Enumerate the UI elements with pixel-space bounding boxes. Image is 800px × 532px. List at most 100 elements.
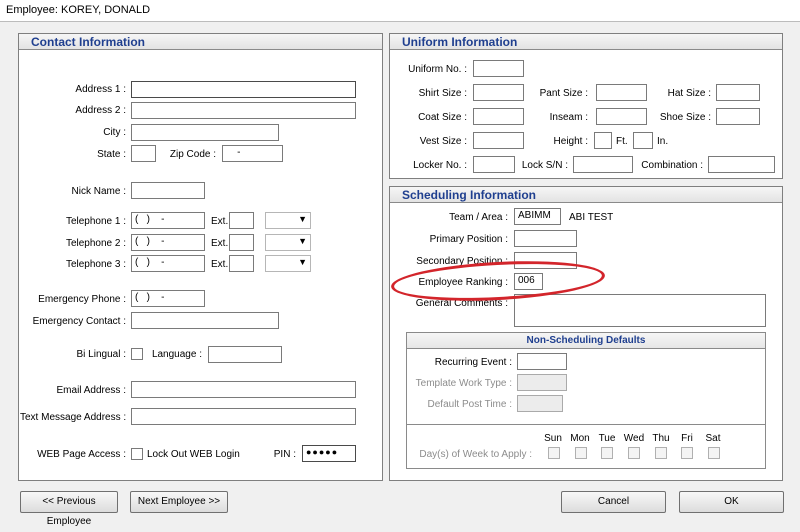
inseam-label: Inseam : [549,112,588,123]
lock-sn-label: Lock S/N : [521,160,568,171]
address1-label: Address 1 : [75,84,126,95]
day-checkbox-wed[interactable] [628,447,640,459]
day-checkbox-fri[interactable] [681,447,693,459]
address2-input[interactable] [131,102,356,119]
tel3-type-select[interactable]: ▼ [265,255,311,272]
nonscheduling-divider [407,424,765,425]
emergency-phone-input[interactable]: ( ) - [131,290,205,307]
vest-size-input[interactable] [473,132,524,149]
shoe-size-label: Shoe Size : [659,112,711,123]
ok-button[interactable]: OK [679,491,784,513]
day-checkbox-tue[interactable] [601,447,613,459]
day-checkbox-sun[interactable] [548,447,560,459]
pant-size-label: Pant Size : [539,88,588,99]
day-label-fri: Fri [681,433,693,444]
email-input[interactable] [131,381,356,398]
bilingual-label: Bi Lingual : [76,349,126,360]
day-checkbox-mon[interactable] [575,447,587,459]
cancel-button[interactable]: Cancel [561,491,666,513]
previous-employee-button[interactable]: << Previous Employee [20,491,118,527]
team-area-input[interactable]: ABIMM [514,208,561,225]
secondary-position-label: Secondary Position : [416,256,508,267]
day-label-tue: Tue [598,433,616,444]
locker-no-input[interactable] [473,156,515,173]
height-ft-input[interactable] [594,132,612,149]
tel2-label: Telephone 2 : [65,238,126,249]
tel2-ext-input[interactable] [229,234,254,251]
email-label: Email Address : [56,385,126,396]
chevron-down-icon: ▼ [298,257,307,267]
zip-label: Zip Code : [169,149,216,160]
language-label: Language : [151,349,202,360]
chevron-down-icon: ▼ [298,214,307,224]
text-message-input[interactable] [131,408,356,425]
uniform-no-input[interactable] [473,60,524,77]
height-in-input[interactable] [633,132,653,149]
pant-size-input[interactable] [596,84,647,101]
tel3-input[interactable]: ( ) - [131,255,205,272]
emergency-contact-input[interactable] [131,312,279,329]
tel2-ext-label: Ext. [211,238,229,249]
state-input[interactable] [131,145,156,162]
hat-size-label: Hat Size : [667,88,711,99]
primary-position-input[interactable] [514,230,577,247]
combination-input[interactable] [708,156,775,173]
shirt-size-input[interactable] [473,84,524,101]
tel1-ext-input[interactable] [229,212,254,229]
tel1-input[interactable]: ( ) - [131,212,205,229]
tel1-label: Telephone 1 : [65,216,126,227]
lock-sn-input[interactable] [573,156,633,173]
employee-ranking-input[interactable]: 006 [514,273,543,290]
team-area-name: ABI TEST [569,212,614,223]
shirt-size-label: Shirt Size : [418,88,467,99]
state-label: State : [97,149,126,160]
height-label: Height : [553,136,588,147]
language-input[interactable] [208,346,282,363]
contact-panel-title: Contact Information [19,34,382,50]
uniform-panel-title: Uniform Information [390,34,782,50]
pin-input[interactable]: ●●●●● [302,445,356,462]
tel1-type-select[interactable]: ▼ [265,212,311,229]
coat-size-input[interactable] [473,108,524,125]
emergency-contact-label: Emergency Contact : [32,316,126,327]
day-label-thu: Thu [652,433,670,444]
nick-label: Nick Name : [71,186,126,197]
zip-input[interactable]: - [222,145,283,162]
address2-label: Address 2 : [75,105,126,116]
chevron-down-icon: ▼ [298,236,307,246]
day-checkbox-sat[interactable] [708,447,720,459]
day-label-sun: Sun [544,433,562,444]
tel2-input[interactable]: ( ) - [131,234,205,251]
shoe-size-input[interactable] [716,108,760,125]
bilingual-checkbox[interactable] [131,348,143,360]
day-checkbox-thu[interactable] [655,447,667,459]
city-input[interactable] [131,124,279,141]
tel2-type-select[interactable]: ▼ [265,234,311,251]
emergency-phone-label: Emergency Phone : [38,294,126,305]
height-ft-label: Ft. [616,136,628,147]
height-in-label: In. [657,136,669,147]
secondary-position-input[interactable] [514,252,577,269]
hat-size-input[interactable] [716,84,760,101]
primary-position-label: Primary Position : [429,234,508,245]
tel3-label: Telephone 3 : [65,259,126,270]
recurring-event-label: Recurring Event : [434,357,512,368]
scheduling-panel-title: Scheduling Information [390,187,782,203]
days-of-week-label: Day(s) of Week to Apply : [419,449,532,460]
lockout-web-checkbox[interactable] [131,448,143,460]
default-post-time-input [517,395,563,412]
web-access-label: WEB Page Access : [37,449,126,460]
pin-label: PIN : [273,449,296,460]
day-label-sat: Sat [705,433,721,444]
nonscheduling-title: Non-Scheduling Defaults [407,333,765,349]
tel3-ext-input[interactable] [229,255,254,272]
city-label: City : [103,127,126,138]
general-comments-input[interactable] [514,294,766,327]
next-employee-button[interactable]: Next Employee >> [130,491,228,513]
nick-input[interactable] [131,182,205,199]
inseam-input[interactable] [596,108,647,125]
locker-no-label: Locker No. : [413,160,467,171]
address1-input[interactable] [131,81,356,98]
day-label-mon: Mon [570,433,590,444]
recurring-event-input[interactable] [517,353,567,370]
